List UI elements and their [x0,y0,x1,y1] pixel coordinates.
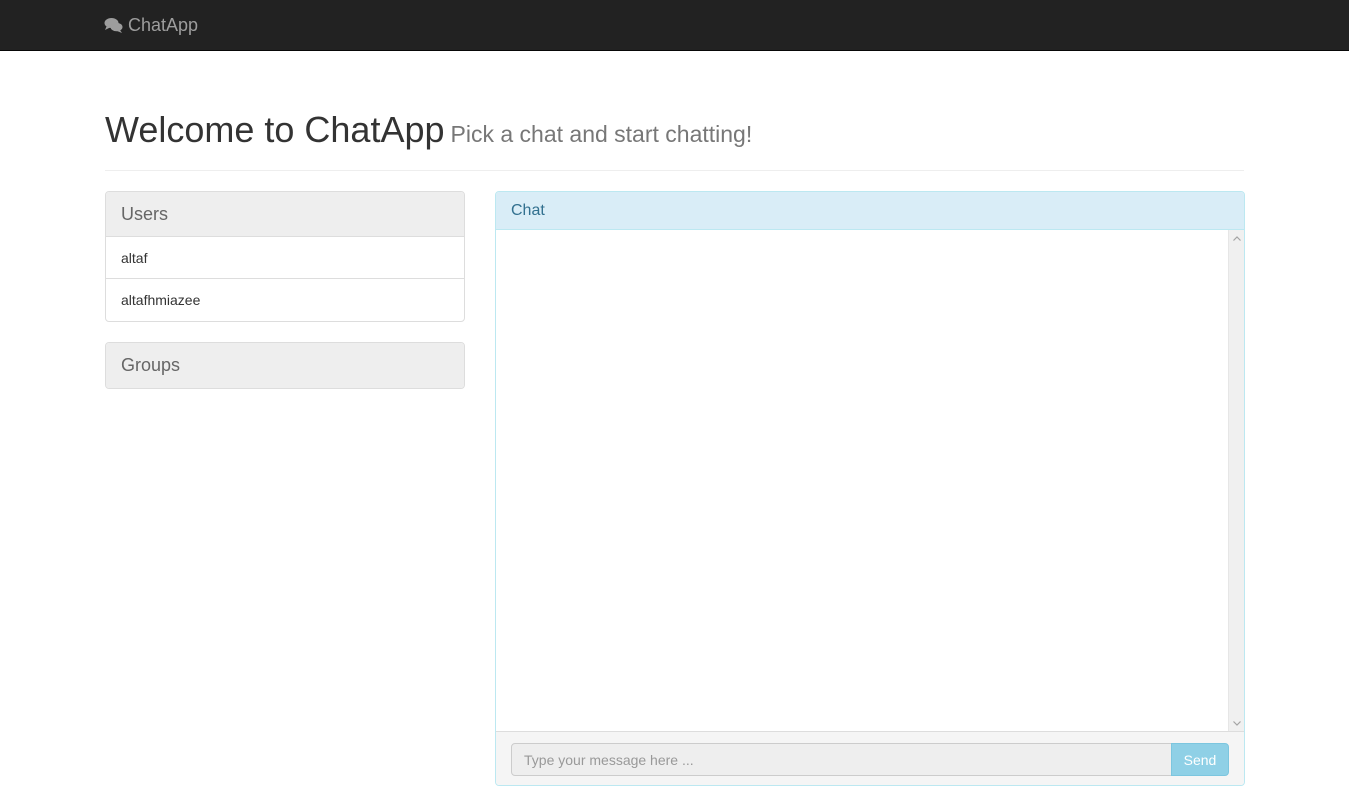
scroll-up-arrow-icon[interactable] [1229,230,1244,246]
user-item-altafhmiazee[interactable]: altafhmiazee [106,279,464,321]
message-input[interactable] [511,743,1172,776]
user-item-altaf[interactable]: altaf [106,237,464,279]
chat-panel: Chat Send [495,191,1245,786]
chat-scrollbar[interactable] [1228,230,1244,731]
scroll-down-arrow-icon[interactable] [1229,715,1244,731]
page-title-text: Welcome to ChatApp [105,109,445,150]
page-subtitle: Pick a chat and start chatting! [450,121,753,147]
chat-footer: Send [496,731,1244,785]
page-header: Welcome to ChatApp Pick a chat and start … [105,108,1244,171]
groups-panel: Groups [105,342,465,389]
users-panel: Users altaf altafhmiazee [105,191,465,322]
page-title: Welcome to ChatApp Pick a chat and start … [105,108,1244,156]
comments-icon [104,17,123,34]
brand-link[interactable]: ChatApp [104,14,198,36]
chat-heading: Chat [496,192,1244,230]
navbar: ChatApp [0,0,1349,51]
brand-text: ChatApp [128,14,199,35]
send-button[interactable]: Send [1171,743,1229,776]
chat-messages-area[interactable] [496,230,1244,731]
users-heading: Users [106,192,464,237]
groups-heading: Groups [106,343,464,388]
